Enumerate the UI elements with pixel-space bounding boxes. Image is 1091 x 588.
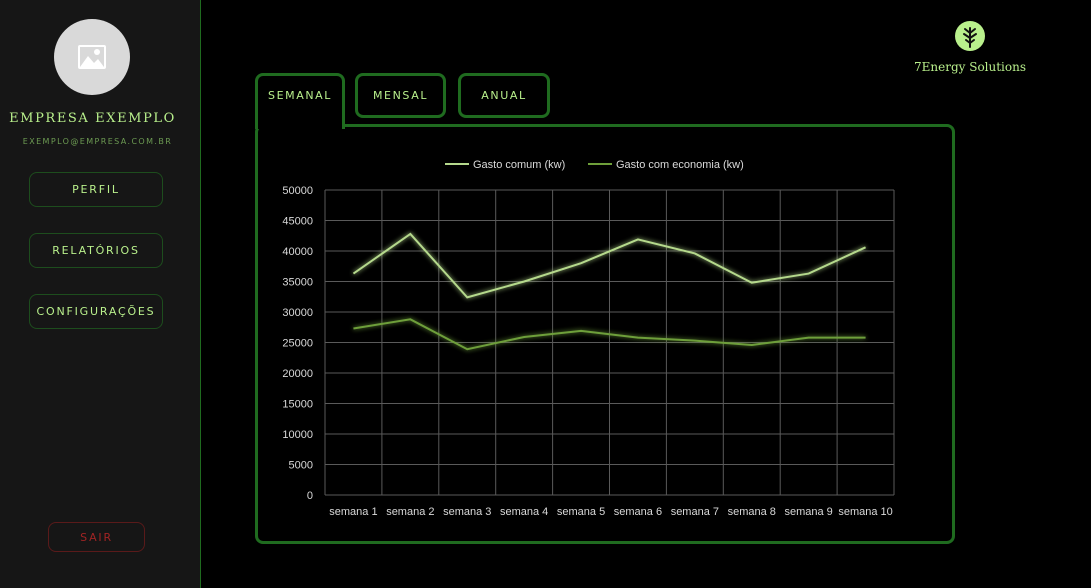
company-name: EMPRESA EXEMPLO — [9, 111, 176, 126]
brand-logo: 7Energy Solutions — [890, 20, 1050, 74]
relatorios-button[interactable]: RELATÓRIOS — [29, 233, 163, 268]
tab-anual[interactable]: ANUAL — [458, 73, 550, 118]
brand-name: 7Energy Solutions — [913, 60, 1027, 74]
tab-semanal[interactable]: SEMANAL — [255, 73, 345, 129]
sidebar: EMPRESA EXEMPLO EXEMPLO@EMPRESA.COM.BR P… — [0, 0, 201, 588]
report-panel — [255, 124, 955, 544]
perfil-button[interactable]: PERFIL — [29, 172, 163, 207]
tab-mensal[interactable]: MENSAL — [355, 73, 446, 118]
tree-icon — [955, 21, 985, 51]
image-placeholder-icon — [78, 45, 106, 69]
avatar[interactable] — [54, 19, 130, 95]
configuracoes-button[interactable]: CONFIGURAÇÕES — [29, 294, 163, 329]
logout-button[interactable]: SAIR — [48, 522, 145, 552]
company-email: EXEMPLO@EMPRESA.COM.BR — [22, 137, 173, 146]
